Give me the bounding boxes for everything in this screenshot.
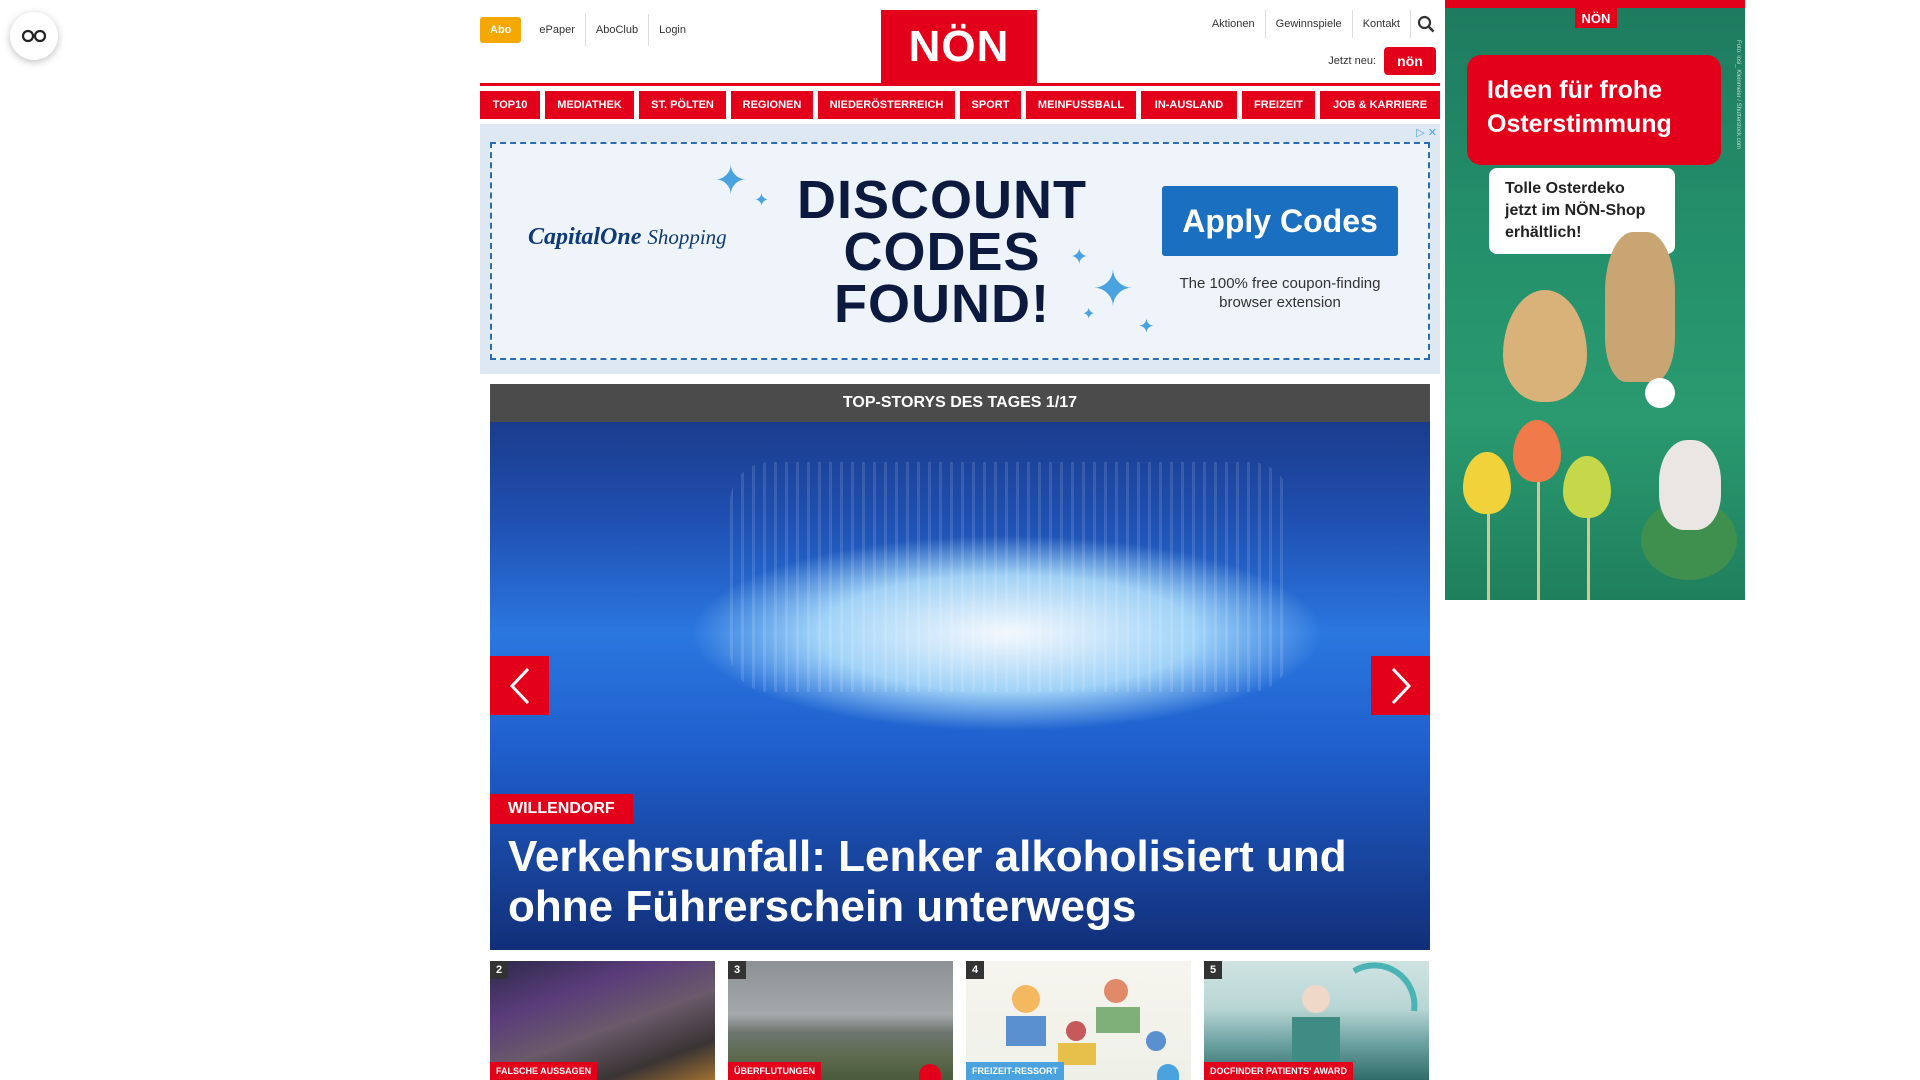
floating-glasses-button[interactable] <box>10 12 58 60</box>
easter-egg-decoration <box>1563 456 1611 518</box>
kontakt-link[interactable]: Kontakt <box>1351 10 1410 38</box>
top-utility-nav: Abo ePaper AboClub Login <box>480 14 696 46</box>
sparkle-icon: ✦ <box>1092 261 1134 317</box>
nav-sport[interactable]: SPORT <box>960 91 1021 119</box>
sparkle-icon: ✦ <box>1070 244 1089 269</box>
glasses-icon <box>21 29 47 43</box>
nav-meinfussball[interactable]: MEINFUSSBALL <box>1026 91 1136 119</box>
thumbnail-number: 3 <box>728 961 746 979</box>
ad-headline-line: CODES <box>843 222 1041 282</box>
search-button[interactable] <box>1410 10 1440 38</box>
category-nav: TOP10 MEDIATHEK ST. PÖLTEN REGIONEN NIED… <box>480 91 1440 119</box>
thumbnail-number: 4 <box>966 961 984 979</box>
thumbnail-label: DOCFINDER PATIENTS' AWARD <box>1204 1062 1353 1080</box>
aktionen-link[interactable]: Aktionen <box>1202 10 1265 38</box>
apply-codes-button[interactable]: Apply Codes <box>1162 186 1398 256</box>
sparkle-icon: ✦ <box>714 159 748 203</box>
ad-headline-line: FOUND! <box>834 274 1050 334</box>
story-thumbnail[interactable]: 3 ÜBERFLUTUNGEN <box>728 961 953 1080</box>
top-story-slide[interactable]: WILLENDORF Verkehrsunfall: Lenker alkoho… <box>490 422 1430 950</box>
side-ad-credit: Foto: iosi_ Kleinmeier / Shutterstock.co… <box>1735 40 1741 150</box>
gewinnspiele-link[interactable]: Gewinnspiele <box>1264 10 1352 38</box>
chevron-left-icon <box>509 667 529 704</box>
thumbnail-label: ÜBERFLUTUNGEN <box>728 1062 821 1080</box>
nav-st-poelten[interactable]: ST. PÖLTEN <box>639 91 726 119</box>
jetzt-neu: Jetzt neu: nön <box>1328 47 1436 75</box>
jetzt-neu-label: Jetzt neu: <box>1328 55 1376 67</box>
ad-subtext: The 100% free coupon-finding browser ext… <box>1179 275 1381 311</box>
story-thumbnail[interactable]: 4 FREIZEIT-RESSORT <box>966 961 1191 1080</box>
ad-close-icon[interactable]: ▷ ✕ <box>1416 126 1437 139</box>
nav-mediathek[interactable]: MEDIATHEK <box>545 91 634 119</box>
sparkle-icon: ✦ <box>1082 306 1096 323</box>
search-icon <box>1417 15 1434 33</box>
site-header: Abo ePaper AboClub Login NÖN Aktionen Ge… <box>480 0 1440 90</box>
nav-regionen[interactable]: REGIONEN <box>731 91 813 119</box>
story-headline[interactable]: Verkehrsunfall: Lenker alkoholisiert und… <box>508 832 1408 932</box>
easter-egg-decoration <box>1513 420 1561 482</box>
side-ad-topbar <box>1445 0 1745 8</box>
sparkle-icon: ✦ <box>1138 316 1155 338</box>
bunny-decoration <box>1605 232 1675 382</box>
ad-headline-line: DISCOUNT <box>797 170 1087 230</box>
aboclub-link[interactable]: AboClub <box>584 14 648 46</box>
nav-niederoesterreich[interactable]: NIEDERÖSTERREICH <box>818 91 955 119</box>
side-ad-logo: NÖN <box>1575 8 1617 28</box>
egg-stick <box>1487 500 1490 600</box>
ad-headline: DISCOUNT CODES FOUND! <box>792 170 1092 334</box>
capital-one-logo: CapitalOne Shopping <box>528 224 727 251</box>
thumbnail-label: FALSCHE AUSSAGEN <box>490 1062 598 1080</box>
thumbnail-label: FREIZEIT-RESSORT <box>966 1062 1065 1080</box>
nav-top10[interactable]: TOP10 <box>480 91 540 119</box>
nav-job-karriere[interactable]: JOB & KARRIERE <box>1320 91 1440 119</box>
police-light-image <box>730 462 1290 692</box>
thumbnail-number: 2 <box>490 961 508 979</box>
header-divider <box>480 83 1440 86</box>
ad-brand-main: CapitalOne <box>528 224 642 250</box>
abo-button[interactable]: Abo <box>480 17 522 43</box>
egg-stick <box>1537 470 1540 600</box>
easter-egg-decoration <box>1463 452 1511 514</box>
ad-brand-sub: Shopping <box>647 225 727 249</box>
easter-egg-decoration <box>1503 290 1587 402</box>
side-ad-headline: Ideen für frohe Osterstimmung <box>1467 55 1721 165</box>
slider-prev-button[interactable] <box>490 656 549 715</box>
ad-banner[interactable]: ▷ ✕ CapitalOne Shopping ✦ ✦ DISCOUNT COD… <box>480 124 1440 374</box>
sparkle-icon: ✦ <box>754 190 770 210</box>
site-logo[interactable]: NÖN <box>881 10 1037 84</box>
story-location-tag[interactable]: WILLENDORF <box>490 794 633 824</box>
login-link[interactable]: Login <box>648 14 696 46</box>
story-thumbnail[interactable]: 2 FALSCHE AUSSAGEN <box>490 961 715 1080</box>
slider-next-button[interactable] <box>1371 656 1430 715</box>
side-ad[interactable]: NÖN Foto: iosi_ Kleinmeier / Shutterstoc… <box>1445 0 1745 600</box>
nav-in-ausland[interactable]: IN-AUSLAND <box>1141 91 1237 119</box>
story-thumbnail[interactable]: 5 DOCFINDER PATIENTS' AWARD <box>1204 961 1429 1080</box>
right-utility-nav: Aktionen Gewinnspiele Kontakt <box>1202 10 1440 38</box>
thumbnail-number: 5 <box>1204 961 1222 979</box>
camera-icon <box>1157 1064 1179 1080</box>
chevron-right-icon <box>1391 667 1411 704</box>
bunny-tail-decoration <box>1645 378 1675 408</box>
ad-frame: CapitalOne Shopping ✦ ✦ DISCOUNT CODES F… <box>490 142 1430 360</box>
epaper-link[interactable]: ePaper <box>529 14 584 46</box>
top-stories-header: TOP-STORYS DES TAGES 1/17 <box>490 384 1430 422</box>
rabbit-decoration <box>1659 440 1721 530</box>
jetzt-neu-badge[interactable]: nön <box>1384 47 1436 75</box>
camera-icon <box>919 1064 941 1080</box>
nav-freizeit[interactable]: FREIZEIT <box>1242 91 1315 119</box>
